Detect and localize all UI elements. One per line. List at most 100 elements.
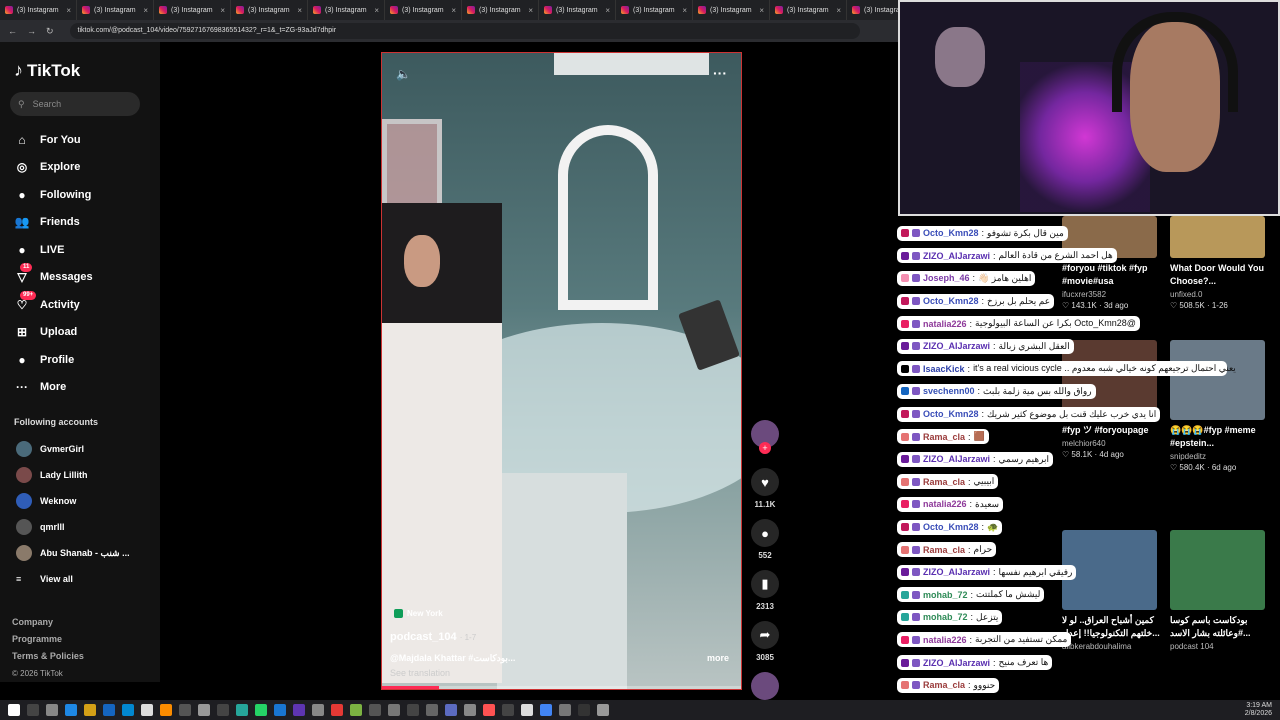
chat-username[interactable]: Rama_cla xyxy=(923,680,965,690)
sound-avatar[interactable] xyxy=(751,672,779,700)
file-explorer-icon[interactable] xyxy=(65,704,77,716)
author-avatar[interactable]: + xyxy=(751,420,779,454)
forward-icon[interactable]: → xyxy=(27,26,36,36)
close-icon[interactable]: × xyxy=(528,6,533,15)
nav-item-following[interactable]: ● Following xyxy=(0,181,160,209)
close-icon[interactable]: × xyxy=(682,6,687,15)
whatsapp-icon[interactable] xyxy=(255,704,267,716)
task-view-icon[interactable] xyxy=(46,704,58,716)
nav-item-profile[interactable]: ● Profile xyxy=(0,346,160,374)
search-icon[interactable] xyxy=(27,704,39,716)
chat-username[interactable]: natalia226 xyxy=(923,499,967,509)
more-options-icon[interactable]: ··· xyxy=(713,65,727,81)
folder-icon[interactable] xyxy=(84,704,96,716)
close-icon[interactable]: × xyxy=(759,6,764,15)
chat-username[interactable]: mohab_72 xyxy=(923,590,968,600)
video-thumbnail[interactable] xyxy=(1170,216,1265,258)
url-field[interactable]: tiktok.com/@podcast_104/video/7592716769… xyxy=(69,23,860,39)
video-thumbnail[interactable] xyxy=(1170,340,1265,420)
video-thumbnail[interactable] xyxy=(1170,530,1265,610)
app-icon[interactable] xyxy=(445,704,457,716)
chat-username[interactable]: ZIZO_AlJarzawi xyxy=(923,251,990,261)
browser-tab[interactable]: (3) Instagram × xyxy=(462,0,539,20)
recommended-video-card[interactable]: What Door Would You Choose?... unfixed.0 ♡… xyxy=(1170,216,1270,310)
like-button[interactable]: ♥ xyxy=(751,468,779,496)
browser-tab[interactable]: (3) Instagram × xyxy=(0,0,77,20)
chat-username[interactable]: Rama_cla xyxy=(923,477,965,487)
video-author[interactable]: snipdeditz xyxy=(1170,452,1270,461)
app-icon[interactable] xyxy=(597,704,609,716)
recommended-video-card[interactable]: 😭😭😭#fyp #meme #epstein... snipdeditz ♡ 580… xyxy=(1170,340,1270,472)
chat-username[interactable]: natalia226 xyxy=(923,635,967,645)
nav-item-explore[interactable]: ◎ Explore xyxy=(0,154,160,182)
app-icon[interactable] xyxy=(274,704,286,716)
app-icon[interactable] xyxy=(217,704,229,716)
footer-link[interactable]: Programme xyxy=(12,631,84,648)
close-icon[interactable]: × xyxy=(374,6,379,15)
chat-username[interactable]: IsaacKick xyxy=(923,364,965,374)
location-tag[interactable]: New York xyxy=(394,609,443,618)
share-button[interactable]: ➦ xyxy=(751,621,779,649)
app-icon[interactable] xyxy=(388,704,400,716)
chrome-icon[interactable] xyxy=(540,704,552,716)
chat-username[interactable]: mohab_72 xyxy=(923,612,968,622)
chat-username[interactable]: ZIZO_AlJarzawi xyxy=(923,567,990,577)
video-progress-bar[interactable] xyxy=(382,686,741,689)
comment-button[interactable]: ● xyxy=(751,519,779,547)
app-icon[interactable] xyxy=(578,704,590,716)
app-icon[interactable] xyxy=(407,704,419,716)
store-icon[interactable] xyxy=(141,704,153,716)
footer-link[interactable]: Company xyxy=(12,614,84,631)
following-account[interactable]: qmrlll xyxy=(0,514,160,540)
nav-item-for-you[interactable]: ⌂ For You xyxy=(0,126,160,154)
video-author[interactable]: podcast_104 · 1-7 xyxy=(390,631,476,643)
video-author[interactable]: podcast 104 xyxy=(1170,642,1270,651)
chat-username[interactable]: Rama_cla xyxy=(923,432,965,442)
edge-icon[interactable] xyxy=(103,704,115,716)
nav-item-friends[interactable]: 👥 Friends xyxy=(0,209,160,237)
close-icon[interactable]: × xyxy=(451,6,456,15)
app-icon[interactable] xyxy=(521,704,533,716)
reload-icon[interactable]: ↻ xyxy=(46,26,54,37)
chat-username[interactable]: Octo_Kmn28 xyxy=(923,409,979,419)
browser-tab[interactable]: (3) Instagram × xyxy=(231,0,308,20)
footer-link[interactable]: Terms & Policies xyxy=(12,648,84,665)
browser-tab[interactable]: (3) Instagram × xyxy=(154,0,231,20)
browser-tab[interactable]: (3) Instagram × xyxy=(77,0,154,20)
browser-tab[interactable]: (3) Instagram × xyxy=(693,0,770,20)
app-icon[interactable] xyxy=(369,704,381,716)
app-icon[interactable] xyxy=(426,704,438,716)
close-icon[interactable]: × xyxy=(66,6,71,15)
app-icon[interactable] xyxy=(559,704,571,716)
start-icon[interactable] xyxy=(8,704,20,716)
back-icon[interactable]: ← xyxy=(8,26,17,36)
recommended-video-card[interactable]: بودكاست باسم كوسا #وعائلته بشار الاسد...… xyxy=(1170,530,1270,653)
app-icon[interactable] xyxy=(331,704,343,716)
video-player[interactable]: 🔈 ··· New York podcast_104 · 1-7 @Majdal… xyxy=(381,52,742,690)
app-icon[interactable] xyxy=(198,704,210,716)
app-icon[interactable] xyxy=(502,704,514,716)
browser-tab[interactable]: (3) Instagram × xyxy=(539,0,616,20)
app-icon[interactable] xyxy=(236,704,248,716)
app-icon[interactable] xyxy=(464,704,476,716)
chat-username[interactable]: Octo_Kmn28 xyxy=(923,228,979,238)
save-button[interactable]: ▮ xyxy=(751,570,779,598)
outlook-icon[interactable] xyxy=(122,704,134,716)
close-icon[interactable]: × xyxy=(143,6,148,15)
chat-username[interactable]: ZIZO_AlJarzawi xyxy=(923,341,990,351)
browser-tab[interactable]: (3) Instagram × xyxy=(385,0,462,20)
see-translation-link[interactable]: See translation xyxy=(390,668,450,678)
nav-item-more[interactable]: ··· More xyxy=(0,374,160,402)
tiktok-logo[interactable]: ♪ TikTok xyxy=(14,60,80,81)
close-icon[interactable]: × xyxy=(297,6,302,15)
nav-item-activity[interactable]: ♡ 99+ Activity xyxy=(0,290,160,319)
chat-username[interactable]: svechenn00 xyxy=(923,386,975,396)
close-icon[interactable]: × xyxy=(605,6,610,15)
follow-plus-icon[interactable]: + xyxy=(759,442,771,454)
chat-username[interactable]: ZIZO_AlJarzawi xyxy=(923,454,990,464)
following-account[interactable]: Weknow xyxy=(0,488,160,514)
nav-item-messages[interactable]: ▽ 11 Messages xyxy=(0,263,160,292)
nav-item-live[interactable]: ● LIVE xyxy=(0,236,160,264)
caption-more-link[interactable]: more xyxy=(707,653,729,663)
following-account[interactable]: GvmerGirl xyxy=(0,436,160,462)
